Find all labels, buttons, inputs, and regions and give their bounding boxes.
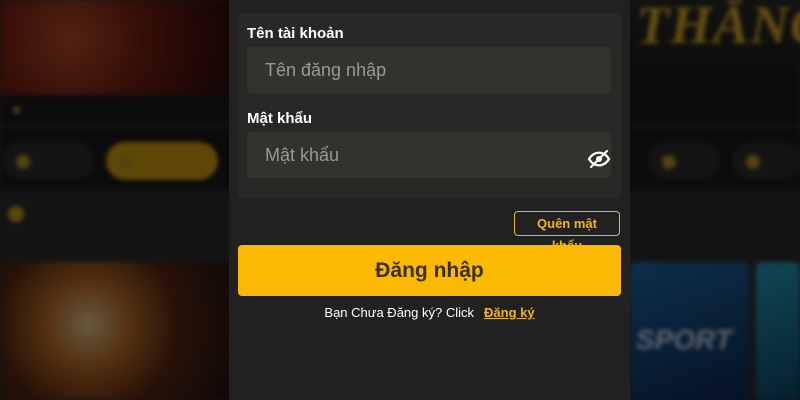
game-thumbnail (756, 262, 800, 400)
password-input[interactable] (247, 132, 611, 178)
category-pill (648, 142, 720, 180)
category-icon (16, 154, 30, 169)
login-button[interactable]: Đăng nhập (238, 245, 621, 296)
category-pill (2, 142, 94, 180)
login-panel: Tên tài khoản Mật khẩu Quên mật khẩu Đăn… (229, 0, 630, 400)
username-input[interactable] (247, 47, 611, 93)
category-pill-active (106, 142, 218, 180)
promo-banner-text: THẮNG (636, 0, 800, 55)
game-thumbnail (0, 262, 232, 400)
category-icon (746, 154, 760, 169)
username-label: Tên tài khoản (247, 25, 344, 42)
game-thumbnail: SPORT (630, 262, 750, 400)
announcement-icon: ✦ (10, 103, 24, 120)
category-icon (662, 154, 676, 169)
category-pill (732, 142, 800, 180)
eye-slash-icon[interactable] (587, 147, 611, 171)
section-heading (8, 205, 32, 222)
category-icon (120, 154, 134, 169)
promo-banner-left (0, 0, 232, 95)
section-icon (8, 205, 24, 222)
signup-link[interactable]: Đăng ký (484, 305, 535, 320)
forgot-password-button[interactable]: Quên mật khẩu (514, 211, 620, 253)
promo-banner-right: THẮNG (628, 0, 800, 95)
password-label: Mật khẩu (247, 110, 313, 127)
signup-prompt-row: Bạn Chưa Đăng ký? Click Đăng ký (229, 305, 630, 320)
signup-prompt-text: Bạn Chưa Đăng ký? Click (324, 305, 475, 320)
login-form: Tên tài khoản Mật khẩu (238, 13, 621, 199)
